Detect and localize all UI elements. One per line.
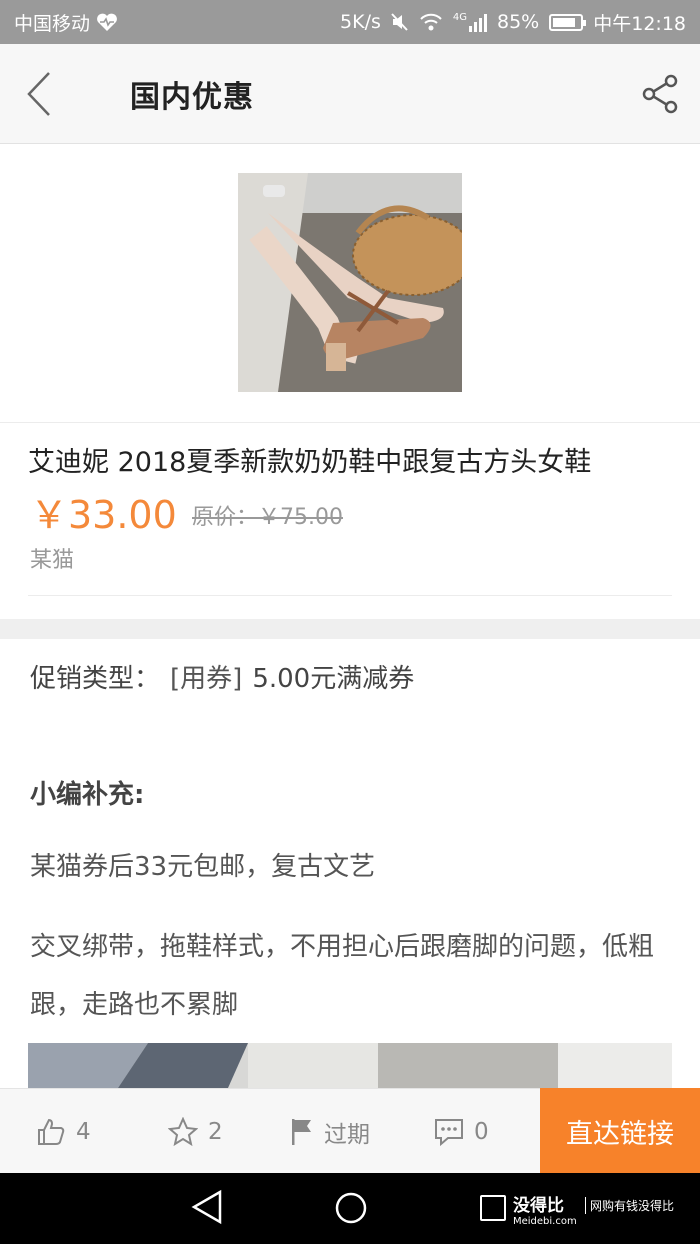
comment-button[interactable]: 0 <box>434 1089 489 1174</box>
editor-note-title: 小编补充: <box>30 780 145 810</box>
share-icon <box>642 74 678 113</box>
thumbs-up-icon <box>38 1118 65 1145</box>
promo-type: 促销类型： [用券] 5.00元满减券 <box>30 658 414 695</box>
like-button[interactable]: 4 <box>36 1089 91 1174</box>
direct-link-button[interactable]: 直达链接 <box>540 1088 700 1174</box>
clock: 中午12:18 <box>593 12 686 35</box>
current-price: ￥33.00 <box>30 493 177 537</box>
shop-name: 某猫 <box>30 548 75 573</box>
product-image[interactable] <box>238 173 474 392</box>
heart-pulse-icon <box>97 13 117 31</box>
status-right: 5K/s 4G 85% 中午12:18 <box>340 9 686 36</box>
divider <box>0 422 700 423</box>
wifi-icon <box>420 13 442 31</box>
shoes-photo <box>238 173 474 392</box>
bottom-action-bar: 4 2 过期 0 直达链接 <box>0 1088 700 1174</box>
carrier-info: 中国移动 <box>14 9 118 36</box>
signal-icon: 4G <box>453 12 487 32</box>
content-photo <box>28 1043 672 1088</box>
content-image[interactable] <box>28 1043 672 1088</box>
watermark-domain: Meidebi.com <box>513 1216 577 1227</box>
chevron-left-icon <box>27 71 50 116</box>
watermark-name: 没得比 <box>513 1196 564 1216</box>
battery-icon <box>549 13 587 31</box>
status-bar: 中国移动 5K/s 4G 85% 中午12:18 <box>0 0 700 44</box>
editor-paragraph: 交叉绑带，拖鞋样式，不用担心后跟磨脚的问题，低粗跟，走路也不累脚 <box>30 932 655 1020</box>
divider <box>28 595 672 596</box>
flag-icon <box>292 1118 311 1145</box>
watermark-logo: 没得比 Meidebi.com 网购有钱没得比 <box>513 1191 674 1227</box>
system-nav-bar: 没得比 Meidebi.com 网购有钱没得比 <box>0 1173 700 1244</box>
like-count: 4 <box>76 1118 91 1145</box>
battery-fill <box>553 17 576 27</box>
original-price: 原价：￥75.00 <box>192 505 343 530</box>
carrier-name: 中国移动 <box>14 12 91 35</box>
mute-icon <box>391 13 408 31</box>
net-speed: 5K/s <box>340 11 381 33</box>
nav-recent-icon[interactable] <box>480 1195 506 1221</box>
expire-label: 过期 <box>324 1121 370 1148</box>
section-separator <box>0 619 700 639</box>
battery-percent: 85% <box>497 11 540 33</box>
star-icon <box>168 1116 198 1146</box>
product-title: 艾迪妮 2018夏季新款奶奶鞋中跟复古方头女鞋 <box>28 447 592 478</box>
network-type: 4G <box>452 12 467 23</box>
promo-text: 5.00元满减券 <box>252 664 415 694</box>
comment-icon <box>435 1118 463 1146</box>
favorite-button[interactable]: 2 <box>168 1089 223 1174</box>
favorite-count: 2 <box>208 1118 223 1145</box>
report-expired-button[interactable]: 过期 <box>290 1089 370 1174</box>
share-button[interactable] <box>620 44 700 144</box>
back-button[interactable] <box>0 44 80 144</box>
editor-paragraph: 某猫券后33元包邮，复古文艺 <box>30 852 376 882</box>
promo-label: 促销类型： <box>30 664 161 694</box>
nav-back-icon[interactable] <box>190 1189 224 1225</box>
comment-count: 0 <box>474 1118 489 1145</box>
nav-home-icon[interactable] <box>334 1191 368 1225</box>
watermark-slogan: 网购有钱没得比 <box>585 1197 674 1214</box>
app-header: 国内优惠 <box>0 44 700 144</box>
page-title: 国内优惠 <box>130 79 254 115</box>
promo-tag: [用券] <box>170 664 243 694</box>
